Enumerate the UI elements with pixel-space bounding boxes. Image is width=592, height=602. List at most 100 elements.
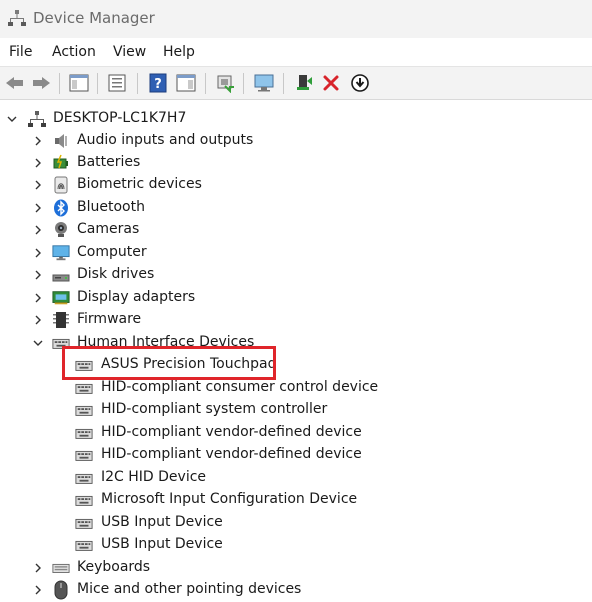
tree-category[interactable]: Mice and other pointing devices	[0, 579, 592, 601]
tree-device-label: Microsoft Input Configuration Device	[101, 491, 358, 507]
tree-device-label: USB Input Device	[101, 514, 223, 530]
tree-category-label: Computer	[77, 244, 147, 260]
tree-device-item[interactable]: I2C HID Device	[0, 467, 592, 489]
tree-root[interactable]: DESKTOP-LC1K7H7	[0, 108, 592, 130]
properties-icon[interactable]	[106, 72, 128, 94]
hid-icon	[75, 401, 93, 419]
hid-icon	[75, 536, 93, 554]
tree-category[interactable]: Bluetooth	[0, 197, 592, 219]
chevron-down-icon[interactable]	[31, 336, 45, 350]
hid-icon	[75, 469, 93, 487]
menu-help[interactable]: Help	[163, 44, 195, 60]
tree-device-label: HID-compliant consumer control device	[101, 379, 379, 395]
tree-category-label: Cameras	[77, 221, 140, 237]
bluetooth-icon	[52, 199, 70, 217]
tree-category[interactable]: Firmware	[0, 309, 592, 331]
help-icon[interactable]: ?	[147, 72, 169, 94]
tree-device-item[interactable]: USB Input Device	[0, 534, 592, 556]
toolbar-separator	[59, 73, 60, 94]
tree-device-label: HID-compliant vendor-defined device	[101, 424, 362, 440]
fingerprint-icon	[52, 176, 70, 194]
tree-device-label: HID-compliant system controller	[101, 401, 328, 417]
hid-icon	[75, 379, 93, 397]
chip-icon	[52, 311, 70, 329]
toolbar-separator	[97, 73, 98, 94]
tree-device-item[interactable]: HID-compliant vendor-defined device	[0, 444, 592, 466]
chevron-right-icon[interactable]	[31, 223, 45, 237]
window-title: Device Manager	[33, 9, 155, 27]
mouse-icon	[52, 580, 70, 600]
chevron-right-icon[interactable]	[31, 134, 45, 148]
tree-device-item[interactable]: HID-compliant vendor-defined device	[0, 422, 592, 444]
svg-text:?: ?	[154, 77, 162, 92]
tree-category[interactable]: Audio inputs and outputs	[0, 130, 592, 152]
show-hide-console-tree-icon[interactable]	[68, 72, 90, 94]
back-icon[interactable]	[4, 72, 26, 94]
chevron-down-icon[interactable]	[5, 112, 19, 126]
tree-device-item[interactable]: USB Input Device	[0, 512, 592, 534]
chevron-right-icon[interactable]	[31, 201, 45, 215]
tree-category-label: Bluetooth	[77, 199, 145, 215]
chevron-right-icon[interactable]	[31, 291, 45, 305]
highlight-box	[62, 346, 276, 380]
chevron-right-icon[interactable]	[31, 156, 45, 170]
chevron-right-icon[interactable]	[31, 561, 45, 575]
tree-category-label: Keyboards	[77, 559, 151, 575]
tree-category-label: Mice and other pointing devices	[77, 581, 302, 597]
download-icon[interactable]	[349, 72, 371, 94]
uninstall-icon[interactable]	[320, 72, 342, 94]
tree-category-label: Audio inputs and outputs	[77, 132, 254, 148]
disk-icon	[52, 266, 70, 284]
chevron-right-icon[interactable]	[31, 583, 45, 597]
speaker-icon	[52, 132, 70, 150]
update-driver-icon[interactable]	[214, 72, 236, 94]
toolbar-separator	[283, 73, 284, 94]
display-adapter-icon	[52, 289, 70, 307]
tree-category-label: Batteries	[77, 154, 141, 170]
menu-action[interactable]: Action	[52, 44, 96, 60]
tree-category-label: Display adapters	[77, 289, 196, 305]
hid-icon	[75, 491, 93, 509]
toolbar-separator	[137, 73, 138, 94]
tree-category[interactable]: Biometric devices	[0, 174, 592, 196]
menu-view[interactable]: View	[113, 44, 146, 60]
enable-device-icon[interactable]	[293, 72, 315, 94]
forward-icon[interactable]	[30, 72, 52, 94]
tree-category[interactable]: Disk drives	[0, 264, 592, 286]
tree-root-label: DESKTOP-LC1K7H7	[53, 110, 187, 126]
tree-category[interactable]: Cameras	[0, 219, 592, 241]
tree-category[interactable]: Keyboards	[0, 557, 592, 579]
tree-category[interactable]: Batteries	[0, 152, 592, 174]
tree-device-item[interactable]: HID-compliant system controller	[0, 399, 592, 421]
camera-icon	[52, 221, 70, 239]
hid-icon	[75, 446, 93, 464]
scan-hardware-icon[interactable]	[253, 72, 275, 94]
tree-device-item[interactable]: HID-compliant consumer control device	[0, 377, 592, 399]
chevron-right-icon[interactable]	[31, 246, 45, 260]
tree-device-label: USB Input Device	[101, 536, 223, 552]
chevron-right-icon[interactable]	[31, 313, 45, 327]
tree-device-label: I2C HID Device	[101, 469, 207, 485]
tree-category[interactable]: Display adapters	[0, 287, 592, 309]
title-bar: Device Manager	[0, 0, 592, 38]
hid-icon	[75, 424, 93, 442]
menu-file[interactable]: File	[9, 44, 32, 60]
tree-category[interactable]: Computer	[0, 242, 592, 264]
toolbar: ?	[0, 66, 592, 100]
keyboard-icon	[52, 559, 70, 577]
monitor-icon	[52, 244, 70, 262]
hid-icon	[75, 514, 93, 532]
chevron-right-icon[interactable]	[31, 178, 45, 192]
menu-bar: File Action View Help	[0, 38, 592, 66]
tree-category-label: Biometric devices	[77, 176, 202, 192]
tree-category-label: Firmware	[77, 311, 142, 327]
battery-icon	[52, 154, 70, 172]
chevron-right-icon[interactable]	[31, 268, 45, 282]
toolbar-separator	[205, 73, 206, 94]
device-manager-icon	[8, 10, 26, 26]
tree-category-label: Disk drives	[77, 266, 155, 282]
tree-device-label: HID-compliant vendor-defined device	[101, 446, 362, 462]
action-pane-icon[interactable]	[175, 72, 197, 94]
tree-device-item[interactable]: Microsoft Input Configuration Device	[0, 489, 592, 511]
computer-network-icon	[28, 110, 46, 128]
